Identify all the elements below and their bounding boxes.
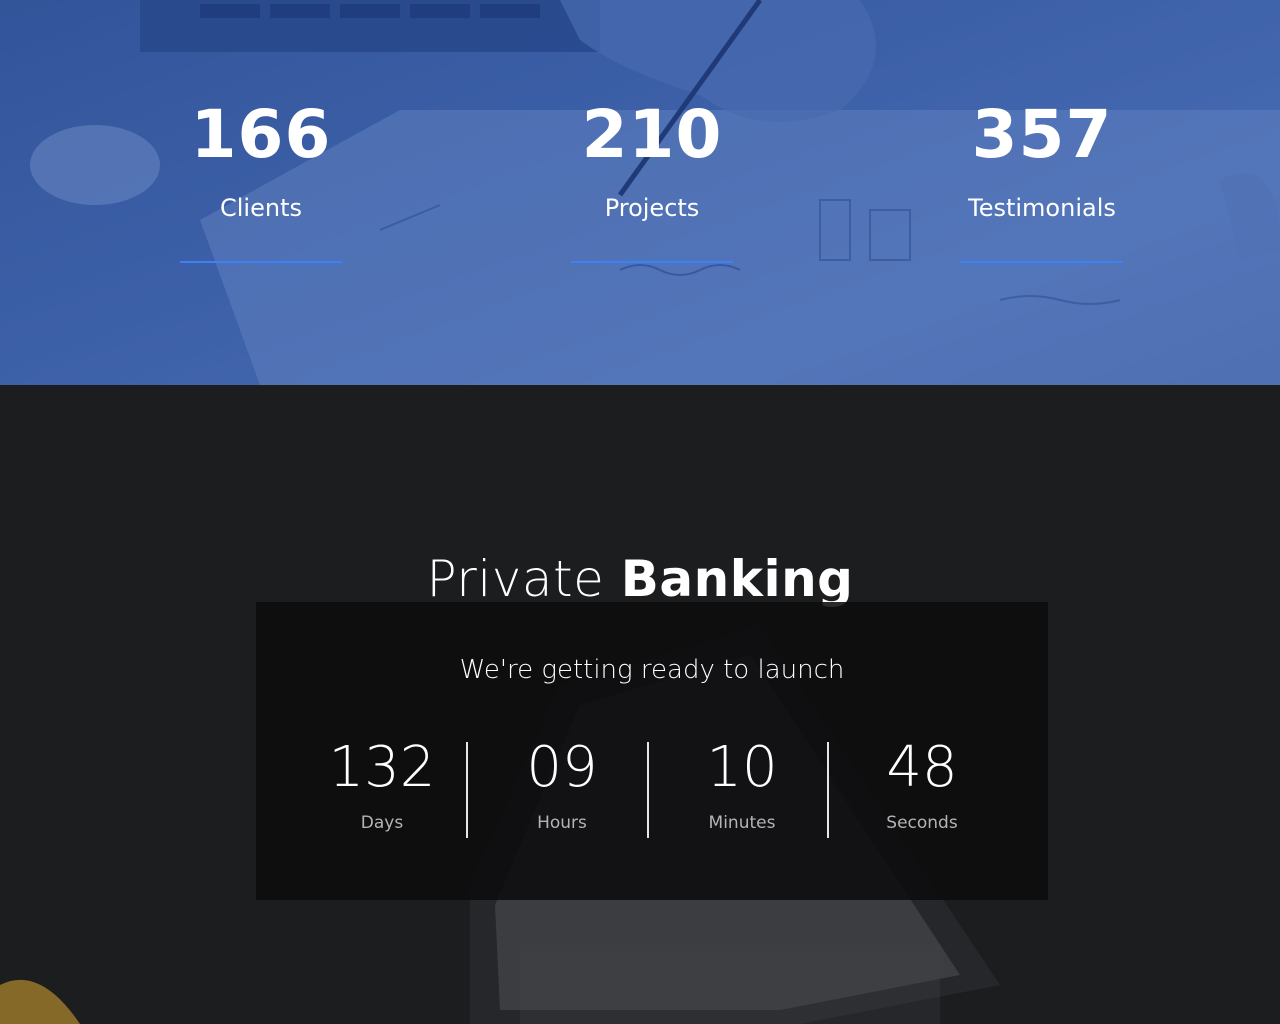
countdown-unit: Minutes [708,813,776,833]
countdown-value: 132 [328,735,436,800]
stat-label: Testimonials [968,194,1116,222]
title-light: Private [426,549,605,608]
stat-underline [180,261,342,263]
launch-section: Private Banking We're getting ready to l… [0,385,1280,1024]
page-title: Private Banking [0,547,1280,611]
stat-value: 357 [971,96,1113,173]
countdown-divider [647,742,649,838]
countdown-seconds: 48 Seconds [832,736,1012,834]
stat-value: 166 [190,96,332,173]
stat-testimonials: 357 Testimonials [892,95,1192,263]
countdown-minutes: 10 Minutes [652,736,832,834]
stat-value: 210 [581,96,723,173]
stat-underline [571,261,733,263]
countdown-value: 09 [526,735,598,800]
countdown-days: 132 Days [292,736,472,834]
countdown-value: 10 [706,735,778,800]
title-bold: Banking [620,549,854,608]
countdown-hours: 09 Hours [472,736,652,834]
stats-section: 166 Clients 210 Projects 357 Testimonial… [0,0,1280,385]
countdown-panel: We're getting ready to launch 132 Days 0… [256,602,1048,900]
launch-subtitle: We're getting ready to launch [459,655,845,685]
stat-label: Projects [604,194,700,222]
countdown-divider [466,742,468,838]
stat-underline [961,261,1123,263]
stat-clients: 166 Clients [111,95,411,263]
stat-projects: 210 Projects [502,95,802,263]
countdown-unit: Seconds [886,813,958,833]
countdown-value: 48 [886,735,958,800]
countdown-divider [827,742,829,838]
countdown-unit: Days [360,813,404,833]
countdown-unit: Hours [537,813,587,833]
stat-label: Clients [220,194,302,222]
